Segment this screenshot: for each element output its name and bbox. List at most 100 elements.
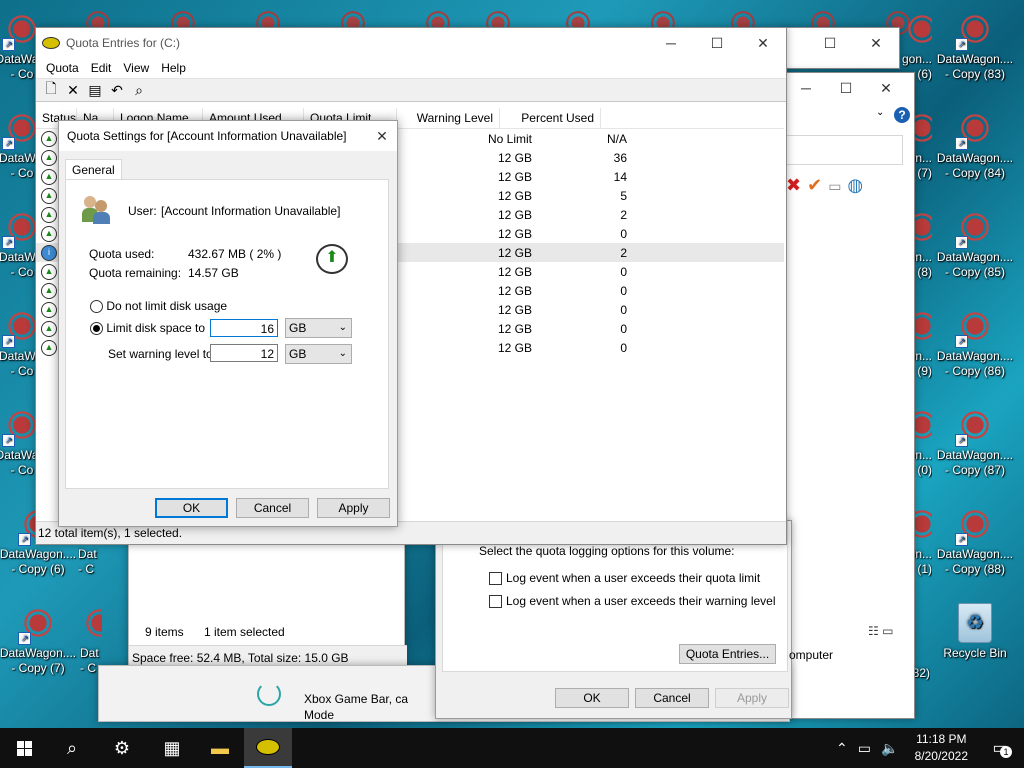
- taskbar: ⌕ ⚙ ▦ ▬ ⌃ ▭ 🔈 11:18 PM 8/20/2022 ▭1: [0, 728, 1024, 768]
- help-icon[interactable]: ?: [894, 107, 910, 123]
- settings-text: Mode: [304, 708, 335, 722]
- background-window-1[interactable]: ☐ ✕: [784, 27, 900, 69]
- apply-button[interactable]: Apply: [317, 498, 390, 518]
- users-icon: [82, 194, 112, 224]
- maximize-icon[interactable]: ☐: [807, 28, 853, 58]
- warning-level-cell: No Limit: [487, 131, 532, 146]
- desktop-icon-datawagon-copy-88[interactable]: ↗ DataWagon.... - Copy (88): [935, 500, 1015, 590]
- status-ok-icon: ▲: [41, 207, 57, 223]
- close-icon[interactable]: ✕: [740, 28, 786, 58]
- drive-icon[interactable]: ▦: [148, 728, 196, 768]
- checkbox-icon[interactable]: [489, 595, 502, 609]
- quota-settings-dialog[interactable]: Quota Settings for [Account Information …: [58, 120, 398, 527]
- notification-icon[interactable]: ▭1: [976, 728, 1024, 768]
- cancel-button[interactable]: Cancel: [635, 688, 709, 708]
- log-warning-level-checkbox[interactable]: Log event when a user exceeds their warn…: [489, 594, 776, 609]
- limit-radio[interactable]: Limit disk space to: [90, 321, 205, 336]
- status-ok-icon: ▲: [41, 169, 57, 185]
- user-label: User:: [128, 204, 157, 218]
- cancel-button[interactable]: Cancel: [236, 498, 309, 518]
- quota-app-taskbar-icon[interactable]: [244, 728, 292, 768]
- properties-icon[interactable]: ▤: [84, 82, 106, 99]
- limit-value-input[interactable]: 16: [210, 319, 278, 337]
- recycle-bin-icon: ♻: [958, 603, 992, 643]
- ok-button[interactable]: OK: [155, 498, 228, 518]
- view-toggle-icons[interactable]: ☷ ▭: [868, 624, 893, 638]
- undo-icon[interactable]: ↶: [106, 82, 128, 99]
- network-icon[interactable]: ▭: [858, 740, 871, 757]
- ok-button[interactable]: OK: [555, 688, 629, 708]
- volume-properties-dialog[interactable]: Select the quota logging options for thi…: [435, 520, 792, 719]
- chevron-down-icon[interactable]: ⌄: [876, 107, 884, 118]
- column-percent-used[interactable]: Percent Used: [500, 108, 601, 128]
- address-field[interactable]: [786, 135, 903, 165]
- percent-used-cell: 0: [620, 264, 627, 279]
- volume-icon[interactable]: 🔈: [881, 740, 898, 757]
- item-count: 9 items: [145, 625, 184, 639]
- delete-icon[interactable]: ✖: [786, 175, 801, 197]
- menu-help[interactable]: Help: [155, 61, 192, 75]
- desktop-icon-recycle-bin[interactable]: ♻ Recycle Bin: [935, 599, 1015, 689]
- start-button[interactable]: [0, 728, 48, 768]
- status-ok-icon: ▲: [41, 283, 57, 299]
- checkbox-icon[interactable]: [489, 572, 502, 586]
- minimize-icon[interactable]: ─: [786, 73, 826, 103]
- desktop-icon-datawagon-copy-87[interactable]: ↗ DataWagon.... - Copy (87): [935, 401, 1015, 491]
- find-icon[interactable]: ⌕: [128, 82, 150, 99]
- new-entry-icon[interactable]: 🗋: [40, 78, 62, 102]
- log-quota-limit-checkbox[interactable]: Log event when a user exceeds their quot…: [489, 571, 760, 586]
- percent-used-cell: 5: [620, 188, 627, 203]
- warning-level-cell: 12 GB: [497, 321, 532, 336]
- menu-view[interactable]: View: [117, 61, 155, 75]
- globe-icon[interactable]: ◍: [847, 175, 863, 197]
- close-icon[interactable]: ✕: [853, 28, 899, 58]
- chevron-down-icon: ⌄: [338, 348, 347, 359]
- quota-remaining-label: Quota remaining:: [89, 266, 182, 280]
- menu-edit[interactable]: Edit: [85, 61, 118, 75]
- maximize-icon[interactable]: ☐: [826, 73, 866, 103]
- quota-remaining-value: 14.57 GB: [188, 266, 239, 280]
- status-info-icon: i: [41, 245, 57, 261]
- quota-used-value: 432.67 MB ( 2% ): [188, 247, 282, 261]
- desktop-icon-datawagon-copy-86[interactable]: ↗ DataWagon.... - Copy (86): [935, 302, 1015, 392]
- desktop-icon-datawagon-copy-85[interactable]: ↗ DataWagon.... - Copy (85): [935, 203, 1015, 293]
- warning-level-cell: 12 GB: [497, 207, 532, 222]
- search-icon[interactable]: ⌕: [48, 728, 96, 768]
- radio-icon[interactable]: [90, 322, 103, 336]
- quota-entries-button[interactable]: Quota Entries...: [679, 644, 776, 664]
- tab-general[interactable]: General: [65, 159, 122, 180]
- user-value: [Account Information Unavailable]: [161, 204, 341, 218]
- properties-icon[interactable]: ▭: [828, 175, 841, 197]
- settings-gear-icon[interactable]: ⚙: [98, 728, 146, 768]
- menu-quota[interactable]: Quota: [40, 61, 85, 75]
- status-ok-icon: ▲: [41, 264, 57, 280]
- warning-level-cell: 12 GB: [497, 283, 532, 298]
- apply-button[interactable]: Apply: [715, 688, 789, 708]
- desktop-icon-datawagon-copy-83[interactable]: ↗ DataWagon.... - Copy (83): [935, 5, 1015, 95]
- dialog-title: Quota Settings for [Account Information …: [67, 129, 347, 143]
- general-tab-panel: User: [Account Information Unavailable] …: [65, 179, 389, 489]
- delete-icon[interactable]: ✕: [62, 82, 84, 99]
- no-limit-radio[interactable]: Do not limit disk usage: [90, 299, 227, 314]
- percent-used-cell: 36: [613, 150, 627, 165]
- warning-level-cell: 12 GB: [497, 340, 532, 355]
- column-warning-level[interactable]: Warning Level: [397, 108, 500, 128]
- maximize-icon[interactable]: ☐: [694, 28, 740, 58]
- desktop-icon-datawagon-copy-84[interactable]: ↗ DataWagon.... - Copy (84): [935, 104, 1015, 194]
- percent-used-cell: 2: [620, 207, 627, 222]
- close-icon[interactable]: ✕: [866, 73, 906, 103]
- warning-unit-select[interactable]: GB ⌄: [285, 344, 352, 364]
- desktop-icon-datawagon-copy-7[interactable]: ↗ DataWagon.... - Copy (7): [0, 599, 78, 689]
- status-ok-icon: ▲: [41, 302, 57, 318]
- minimize-icon[interactable]: ─: [648, 28, 694, 58]
- radio-icon[interactable]: [90, 300, 103, 314]
- chevron-up-icon[interactable]: ⌃: [836, 740, 848, 757]
- warning-value-input[interactable]: 12: [210, 344, 278, 362]
- clock[interactable]: 11:18 PM 8/20/2022: [915, 731, 968, 765]
- background-window-2[interactable]: ─ ☐ ✕ ⌄ ? ✖ ✔ ▭ ◍: [785, 72, 915, 719]
- limit-unit-select[interactable]: GB ⌄: [285, 318, 352, 338]
- close-icon[interactable]: ✕: [367, 121, 397, 151]
- check-icon[interactable]: ✔: [807, 175, 822, 197]
- status-ok-icon: ▲: [41, 226, 57, 242]
- file-explorer-icon[interactable]: ▬: [196, 728, 244, 768]
